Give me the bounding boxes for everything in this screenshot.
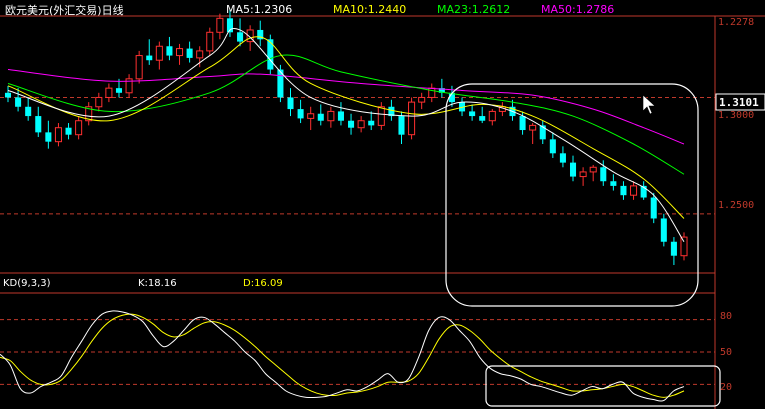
- kd-level-50: 50: [720, 347, 733, 358]
- candle-body-down: [337, 111, 344, 121]
- axis-top-label: 1.2278: [718, 17, 755, 28]
- candle-body-up: [196, 50, 204, 59]
- kd-level-80: 80: [720, 311, 733, 322]
- ma10-label: MA10:1.2440: [333, 3, 407, 16]
- candle-body-up: [216, 17, 224, 33]
- candle-body-up: [327, 110, 335, 122]
- candle-body-down: [146, 55, 153, 61]
- candle-body-up: [357, 120, 365, 129]
- candle-body-down: [600, 167, 607, 182]
- kd-k-line: [0, 310, 685, 402]
- candle-body-up: [488, 110, 496, 122]
- candle-body-up: [307, 113, 315, 119]
- candle-body-down: [469, 111, 476, 117]
- candle-body-down: [670, 241, 677, 256]
- ma23-line: [7, 54, 685, 175]
- candle-body-up: [75, 120, 83, 136]
- candle-body-up: [95, 96, 103, 108]
- candle-body-down: [297, 109, 304, 119]
- candle-body-down: [4, 92, 12, 98]
- candle-body-up: [589, 166, 597, 173]
- candle-body-up: [408, 101, 416, 136]
- candle-body-up: [135, 55, 143, 80]
- grid-lines: [0, 15, 765, 409]
- kd-title: KD(9,3,3): [3, 278, 51, 289]
- candle-body-down: [25, 106, 32, 117]
- candle-body-down: [237, 32, 244, 42]
- candle-body-down: [610, 181, 617, 186]
- ma5-line: [7, 28, 685, 243]
- ma50-label: MA50:1.2786: [541, 3, 615, 16]
- candle-body-up: [206, 31, 214, 52]
- candle-body-down: [166, 46, 173, 56]
- candle-body-down: [287, 97, 294, 110]
- kd-d-value: D:16.09: [243, 278, 283, 289]
- candle-body-down: [479, 116, 486, 121]
- candle-body-down: [186, 48, 193, 58]
- kd-indicator: [0, 310, 685, 402]
- candle-body-up: [680, 236, 688, 257]
- axis-mid-label: 1.3000: [718, 110, 755, 121]
- candle-body-up: [105, 87, 113, 98]
- candle-body-down: [65, 127, 72, 135]
- candle-body-down: [115, 88, 123, 93]
- candle-body-down: [620, 185, 627, 196]
- candle-body-up: [175, 48, 184, 57]
- chart-svg: [0, 9, 765, 409]
- candle-body-down: [348, 120, 355, 128]
- candle-body-down: [660, 218, 667, 242]
- candle-body-down: [398, 116, 405, 135]
- current-price-label: 1.3101: [719, 96, 759, 109]
- candle-body-up: [155, 45, 163, 61]
- candle-body-down: [549, 139, 556, 154]
- candle-body-down: [519, 116, 526, 131]
- candle-body-down: [650, 197, 657, 219]
- candle-body-down: [45, 132, 52, 142]
- candle-body-up: [377, 106, 385, 126]
- candle-body-down: [15, 97, 22, 107]
- moving-averages: [7, 28, 685, 243]
- candle-body-down: [368, 120, 375, 126]
- candle-body-up: [428, 87, 436, 98]
- ma23-label: MA23:1.2612: [437, 3, 511, 16]
- kd-k-value: K:18.16: [138, 278, 177, 289]
- candle-body-up: [579, 171, 587, 178]
- ma50-line: [7, 69, 685, 145]
- candle-body-down: [317, 113, 324, 121]
- chart-title: 欧元美元(外汇交易)日线: [5, 4, 124, 17]
- candles: [4, 9, 688, 266]
- ma5-label: MA5:1.2306: [226, 3, 293, 16]
- candle-body-up: [529, 124, 537, 131]
- axis-low-label: 1.2500: [718, 200, 755, 211]
- candle-body-down: [35, 116, 42, 133]
- kd-level-20: 20: [720, 382, 733, 393]
- candle-body-up: [418, 96, 426, 103]
- ma10-line: [7, 36, 685, 219]
- candle-body-down: [569, 162, 577, 177]
- candle-body-up: [54, 127, 62, 143]
- candle-body-down: [559, 153, 566, 163]
- candle-body-up: [630, 185, 638, 196]
